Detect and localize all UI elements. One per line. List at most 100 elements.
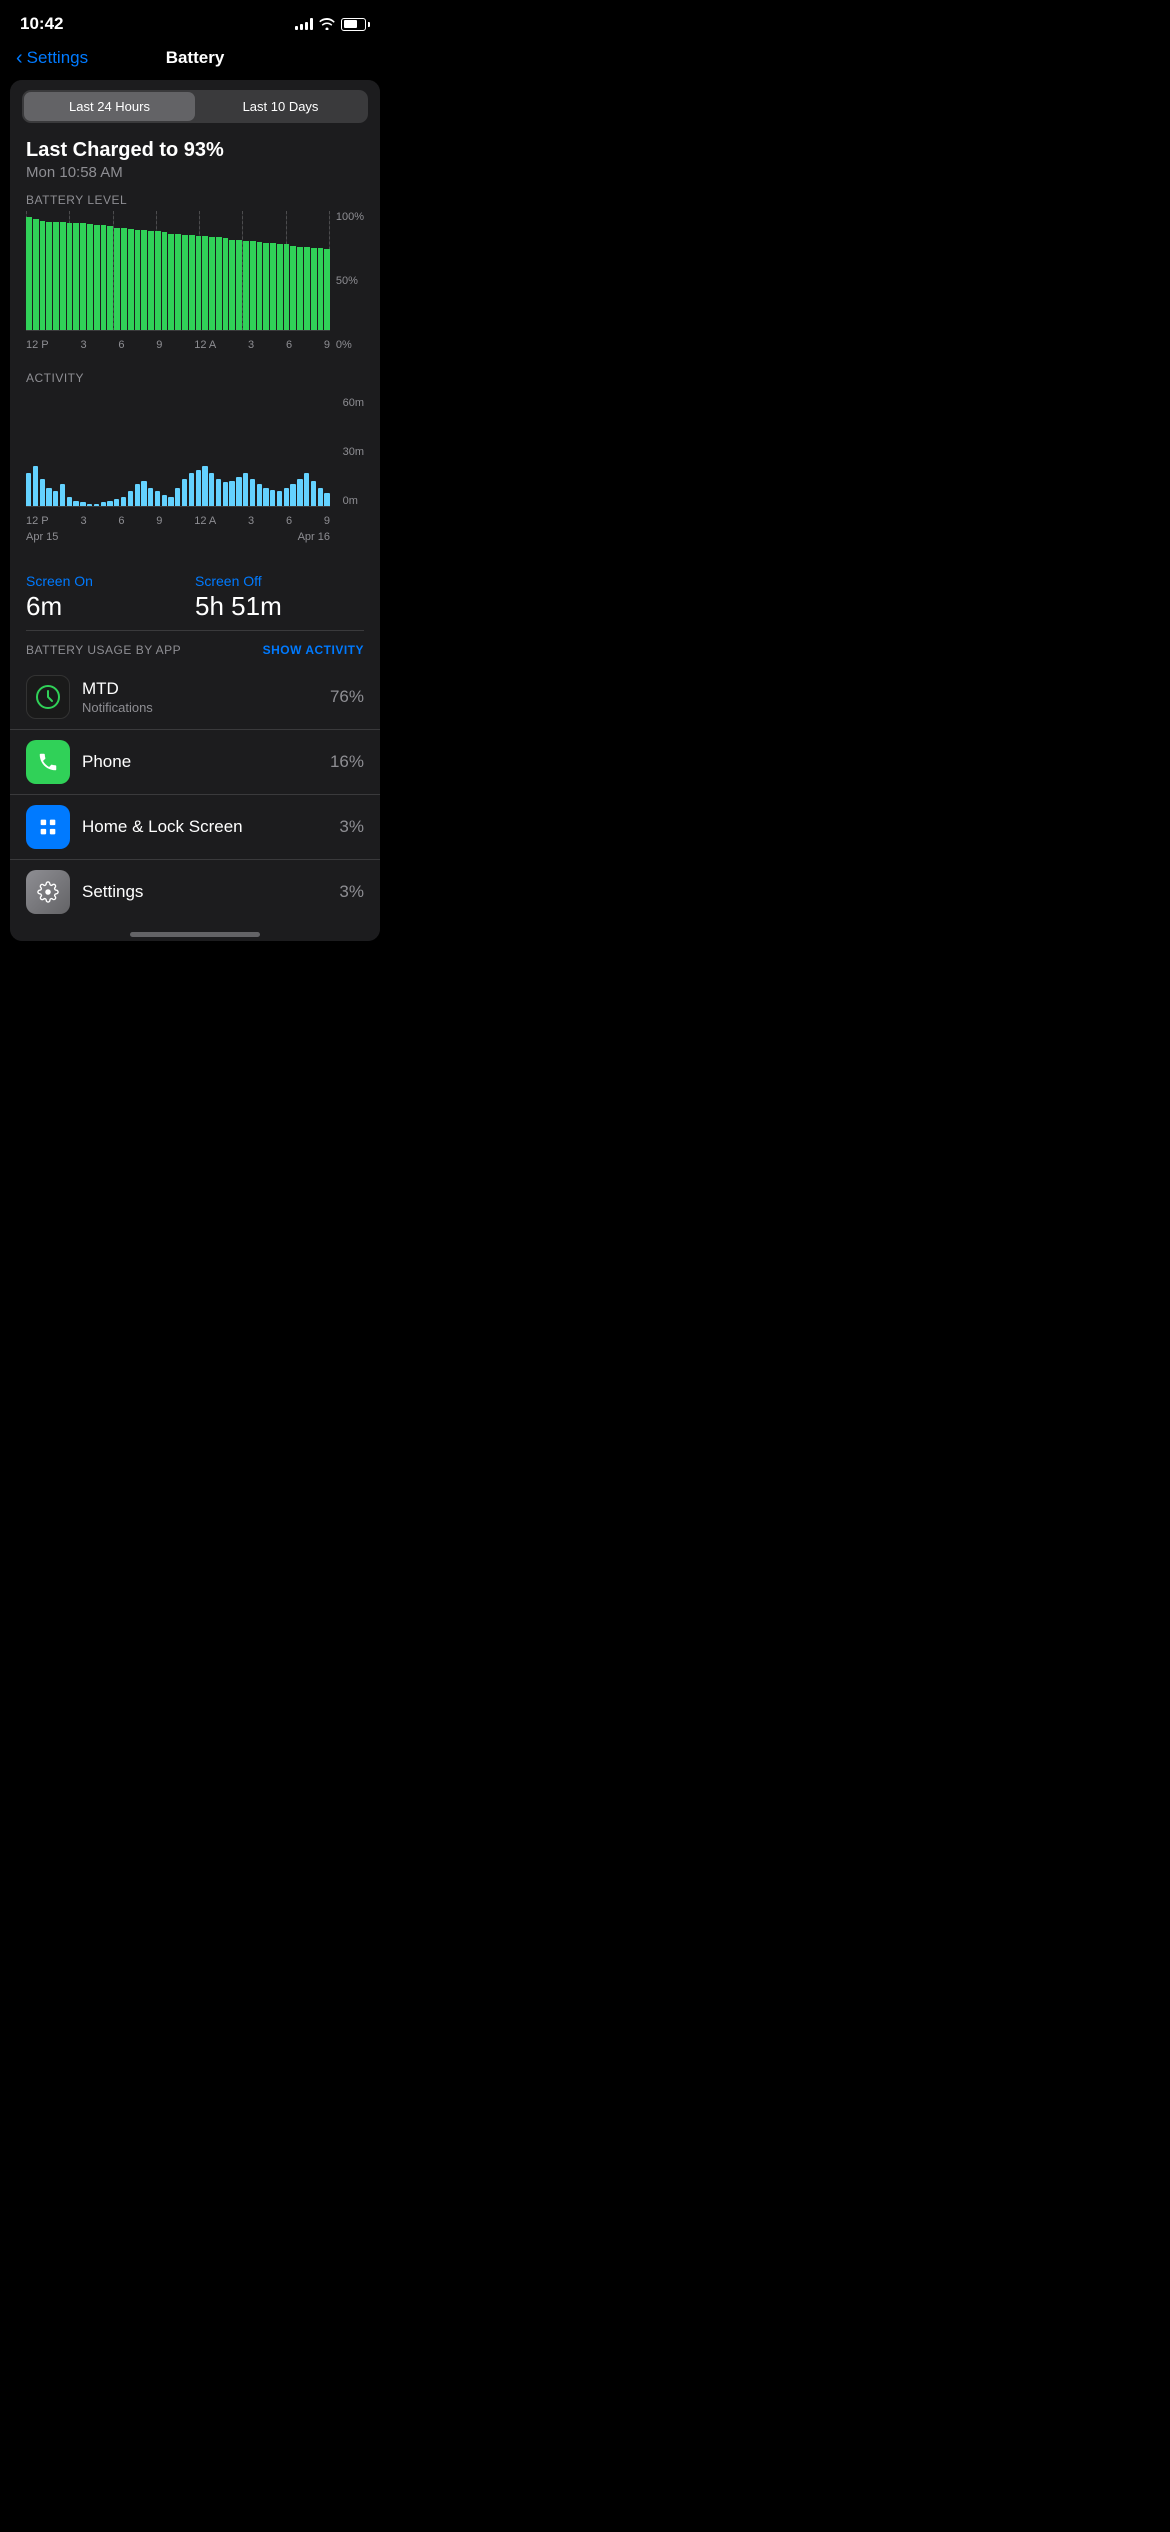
battery-bar	[243, 241, 249, 330]
activity-bar	[209, 473, 214, 506]
battery-bar	[304, 247, 310, 330]
battery-bar	[290, 246, 296, 330]
battery-bar	[270, 243, 276, 330]
status-time: 10:42	[20, 14, 63, 34]
battery-bar	[229, 240, 235, 330]
battery-bar	[324, 249, 330, 330]
segment-24h[interactable]: Last 24 Hours	[24, 92, 195, 121]
app-item-homescreen[interactable]: Home & Lock Screen 3%	[10, 795, 380, 860]
date-labels: Apr 15 Apr 16	[26, 531, 330, 543]
activity-bar	[33, 466, 38, 506]
app-percent-homescreen: 3%	[339, 817, 364, 837]
activity-bar	[60, 484, 65, 506]
battery-bar	[121, 228, 127, 330]
battery-bar	[257, 242, 263, 330]
activity-bar	[236, 477, 241, 506]
activity-bar	[87, 504, 92, 506]
segment-10d[interactable]: Last 10 Days	[195, 92, 366, 121]
app-item-settings[interactable]: Settings 3%	[10, 860, 380, 924]
activity-bar	[148, 488, 153, 506]
activity-bar	[270, 490, 275, 506]
battery-bar	[250, 241, 256, 330]
usage-header: BATTERY USAGE BY APP SHOW ACTIVITY	[10, 631, 380, 665]
battery-bar	[318, 248, 324, 330]
activity-bar	[155, 491, 160, 506]
activity-bar	[107, 501, 112, 506]
show-activity-button[interactable]: SHOW ACTIVITY	[263, 643, 364, 657]
activity-bar	[202, 466, 207, 506]
y-label-0: 0%	[336, 339, 364, 351]
battery-bars-area	[26, 211, 330, 331]
battery-bar	[148, 231, 154, 330]
activity-bar	[141, 481, 146, 506]
date-apr15: Apr 15	[26, 531, 58, 543]
activity-bar	[67, 497, 72, 506]
activity-bar	[121, 497, 126, 506]
app-detail-mtd: Notifications	[82, 700, 330, 715]
screen-on-item: Screen On 6m	[26, 573, 195, 622]
activity-x-labels: 12 P 3 6 9 12 A 3 6 9	[26, 515, 330, 527]
battery-bar	[277, 244, 283, 330]
app-icon-mtd	[26, 675, 70, 719]
activity-bar	[80, 502, 85, 506]
activity-bar	[277, 491, 282, 506]
battery-bar	[196, 236, 202, 330]
battery-icon	[341, 18, 370, 31]
screen-time-section: Screen On 6m Screen Off 5h 51m	[10, 557, 380, 630]
battery-bar	[94, 225, 100, 330]
app-info-mtd: MTD Notifications	[82, 679, 330, 715]
battery-bar	[101, 225, 107, 330]
app-info-phone: Phone	[82, 752, 330, 772]
y-label-50: 50%	[336, 275, 364, 287]
back-button[interactable]: ‹ Settings	[16, 48, 88, 68]
screen-on-value: 6m	[26, 591, 195, 622]
wifi-icon	[319, 18, 335, 30]
battery-bar	[209, 237, 215, 330]
activity-bar	[135, 484, 140, 506]
battery-y-labels: 100% 50% 0%	[336, 211, 364, 351]
activity-bar	[229, 481, 234, 506]
battery-bar	[46, 222, 52, 330]
activity-bar	[257, 484, 262, 506]
app-name-mtd: MTD	[82, 679, 330, 699]
y-label-0m: 0m	[343, 495, 364, 507]
activity-bar	[26, 473, 31, 506]
battery-bar	[40, 221, 46, 330]
battery-x-labels: 12 P 3 6 9 12 A 3 6 9	[26, 337, 330, 351]
battery-bar	[67, 223, 73, 330]
battery-bar	[189, 235, 195, 330]
screen-off-label: Screen Off	[195, 573, 364, 589]
battery-chart-label: BATTERY LEVEL	[26, 193, 364, 207]
app-icon-phone	[26, 740, 70, 784]
app-percent-settings: 3%	[339, 882, 364, 902]
activity-bar	[175, 488, 180, 506]
app-item-phone[interactable]: Phone 16%	[10, 730, 380, 795]
y-label-100: 100%	[336, 211, 364, 223]
app-name-phone: Phone	[82, 752, 330, 772]
activity-bar	[324, 493, 329, 506]
screen-on-label: Screen On	[26, 573, 195, 589]
battery-bar	[33, 219, 39, 330]
activity-bars-area	[26, 397, 330, 507]
activity-bar	[189, 473, 194, 506]
battery-bar	[135, 230, 141, 330]
battery-bar	[311, 248, 317, 330]
battery-bar	[87, 224, 93, 330]
activity-bar	[297, 479, 302, 506]
battery-bar	[53, 222, 59, 330]
battery-bar	[223, 238, 229, 330]
app-item-mtd[interactable]: MTD Notifications 76%	[10, 665, 380, 730]
date-apr16: Apr 16	[298, 531, 330, 543]
time-range-segment[interactable]: Last 24 Hours Last 10 Days	[22, 90, 368, 123]
app-name-settings: Settings	[82, 882, 339, 902]
activity-bar	[304, 473, 309, 506]
activity-bar	[263, 488, 268, 506]
activity-bar	[73, 501, 78, 506]
activity-bar	[290, 484, 295, 506]
battery-bar	[168, 234, 174, 330]
home-indicator	[10, 924, 380, 941]
activity-bar	[223, 482, 228, 506]
activity-bar	[53, 491, 58, 506]
battery-bar	[128, 229, 134, 330]
screen-off-value: 5h 51m	[195, 591, 364, 622]
